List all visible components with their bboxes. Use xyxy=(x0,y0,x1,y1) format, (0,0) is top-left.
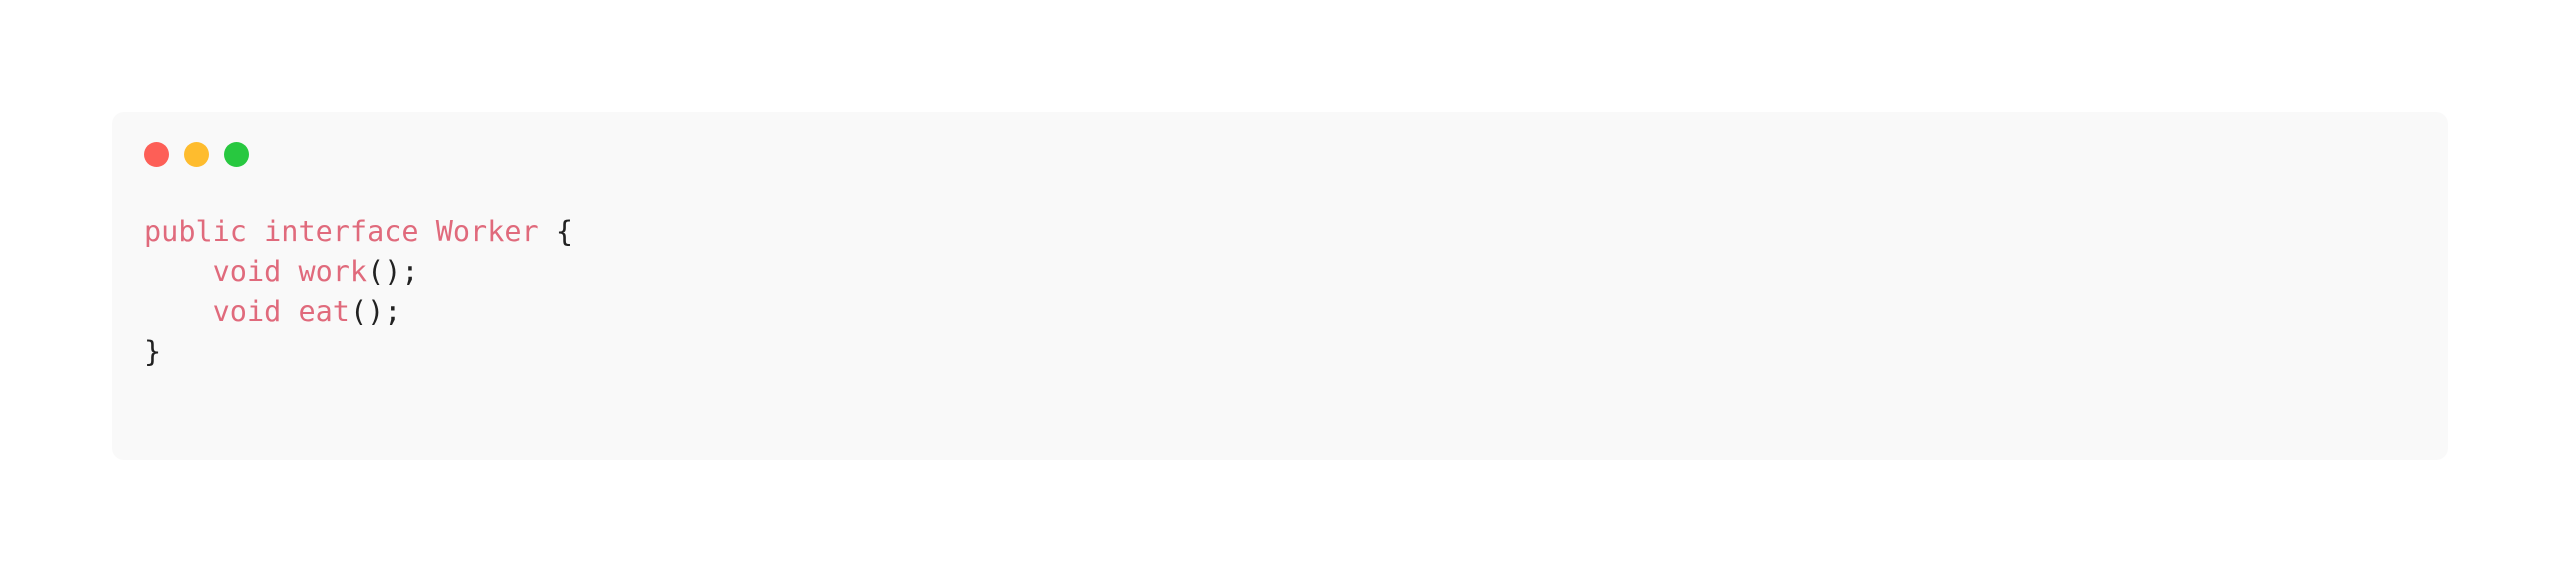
window-controls xyxy=(144,142,249,168)
code-line: } xyxy=(144,332,573,372)
code-line: void work(); xyxy=(144,252,573,292)
keyword-token: public xyxy=(144,215,247,248)
keyword-token: interface xyxy=(264,215,419,248)
punctuation-token: (); xyxy=(367,255,419,288)
close-window-icon[interactable] xyxy=(144,142,169,167)
identifier-token: eat xyxy=(298,295,350,328)
minimize-window-icon[interactable] xyxy=(184,142,209,167)
code-window: public interface Worker { void work(); v… xyxy=(112,112,2448,460)
code-line: void eat(); xyxy=(144,292,573,332)
code-line: public interface Worker { xyxy=(144,212,573,252)
keyword-token: void xyxy=(212,255,282,288)
punctuation-token: { xyxy=(555,215,574,248)
maximize-window-icon[interactable] xyxy=(224,142,249,167)
punctuation-token: (); xyxy=(349,295,402,328)
identifier-token: work xyxy=(298,255,368,288)
code-block: public interface Worker { void work(); v… xyxy=(144,212,573,372)
identifier-token: Worker xyxy=(435,215,539,248)
punctuation-token: } xyxy=(144,335,162,368)
keyword-token: void xyxy=(212,295,282,328)
